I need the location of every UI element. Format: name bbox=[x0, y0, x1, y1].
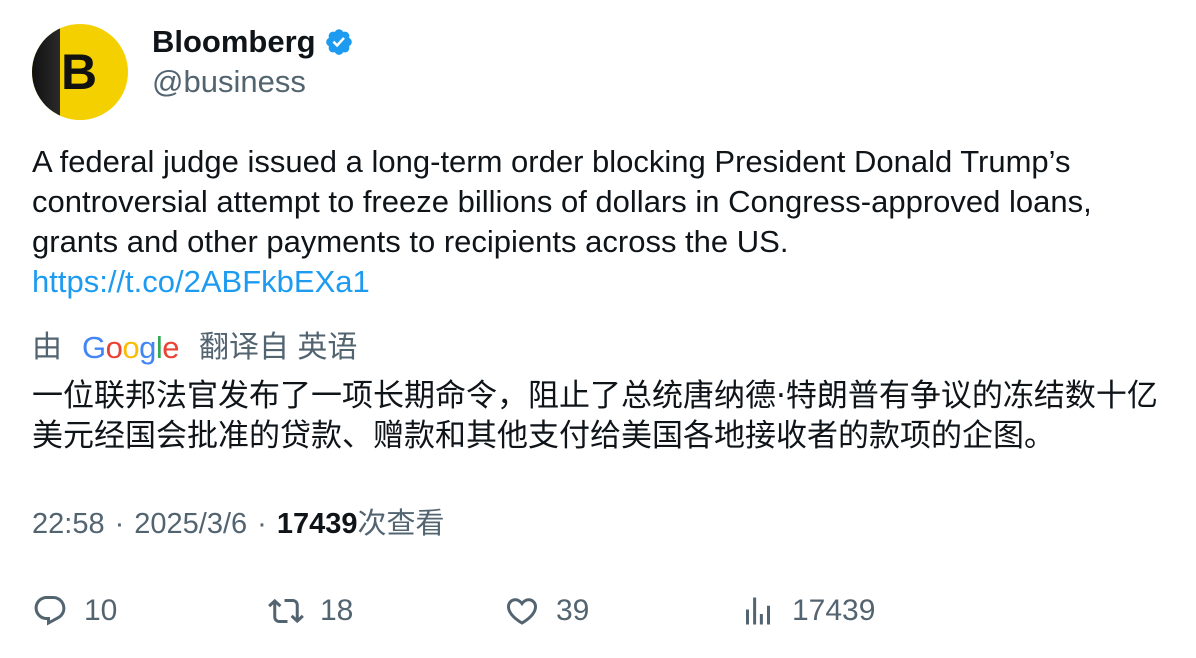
retweet-count: 18 bbox=[320, 594, 354, 627]
avatar-dark-stripe bbox=[32, 24, 60, 120]
views-count: 17439 bbox=[276, 508, 358, 540]
reply-button[interactable]: 10 bbox=[32, 591, 117, 631]
author-name-row: Bloomberg bbox=[152, 22, 354, 62]
action-bar: 10 18 39 17439 bbox=[32, 591, 1172, 631]
translation-suffix: 翻译自 英语 bbox=[199, 331, 358, 364]
translation-prefix: 由 bbox=[32, 331, 62, 364]
tweet-text: A federal judge issued a long-term order… bbox=[32, 144, 1092, 259]
tweet-date[interactable]: 2025/3/6 bbox=[134, 504, 247, 544]
author-name[interactable]: Bloomberg bbox=[152, 22, 316, 62]
tweet-meta: 22:58 · 2025/3/6 · 17439 次查看 bbox=[32, 504, 444, 544]
retweet-icon bbox=[268, 598, 304, 624]
views-button[interactable]: 17439 bbox=[740, 591, 875, 631]
views-chart-icon bbox=[746, 597, 770, 625]
reply-count: 10 bbox=[84, 594, 118, 627]
author-handle[interactable]: @business bbox=[152, 62, 306, 102]
verified-badge-icon bbox=[324, 27, 354, 57]
like-count: 39 bbox=[556, 594, 590, 627]
heart-icon bbox=[506, 598, 538, 625]
translation-attribution: 由 Google 翻译自 英语 bbox=[32, 328, 357, 368]
views-action-count: 17439 bbox=[792, 594, 876, 627]
tweet-time[interactable]: 22:58 bbox=[32, 504, 105, 544]
avatar-letter: B bbox=[61, 44, 98, 100]
google-logo[interactable]: Google bbox=[82, 328, 180, 368]
like-button[interactable]: 39 bbox=[504, 591, 589, 631]
avatar[interactable]: B bbox=[32, 24, 128, 120]
views-label: 次查看 bbox=[357, 508, 445, 540]
retweet-button[interactable]: 18 bbox=[268, 591, 353, 631]
meta-separator: · bbox=[257, 508, 267, 540]
translated-text: 一位联邦法官发布了一项长期命令，阻止了总统唐纳德·特朗普有争议的冻结数十亿美元经… bbox=[32, 378, 1158, 454]
tweet-link[interactable]: https://t.co/2ABFkbEXa1 bbox=[32, 262, 1172, 302]
tweet-body: A federal judge issued a long-term order… bbox=[32, 142, 1172, 302]
reply-icon bbox=[34, 596, 66, 626]
meta-separator: · bbox=[114, 508, 125, 540]
